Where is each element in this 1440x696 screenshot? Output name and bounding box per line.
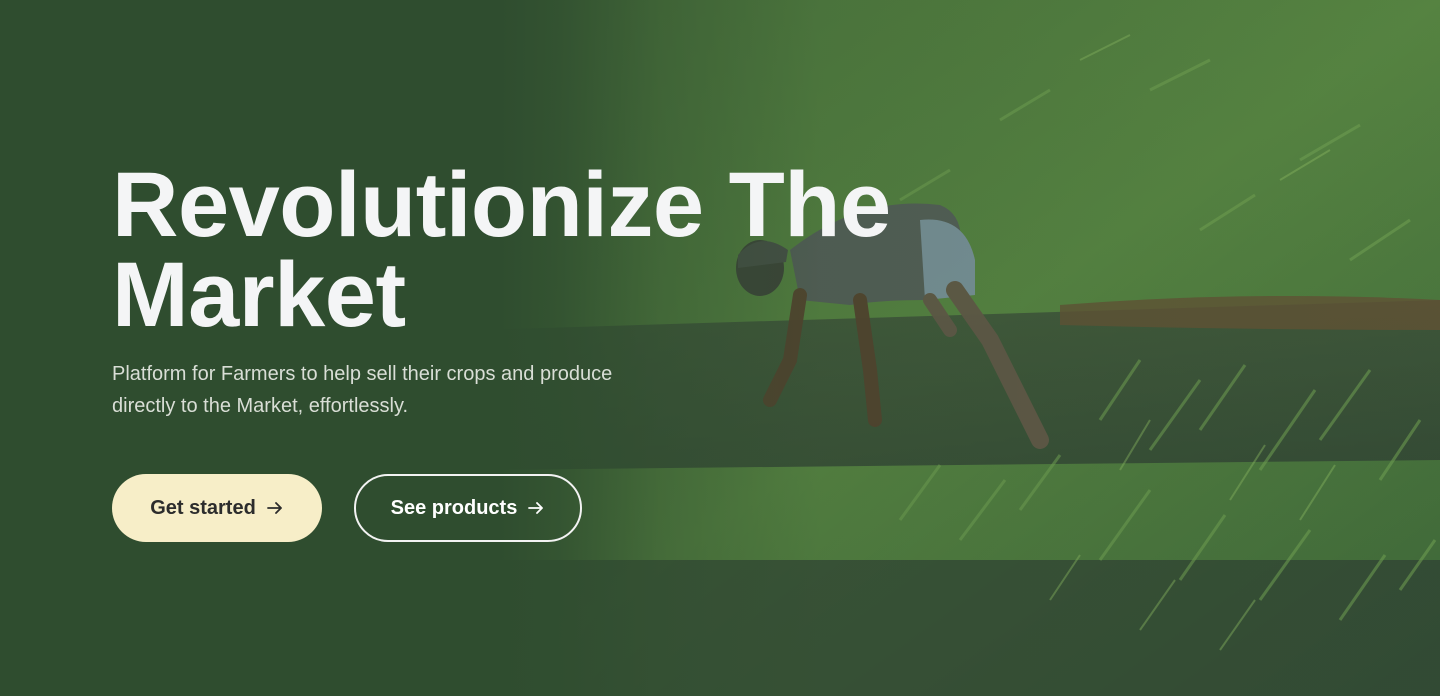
see-products-button[interactable]: See products (354, 474, 582, 542)
get-started-label: Get started (150, 496, 256, 519)
arrow-right-icon (266, 499, 284, 517)
headline-line-2: Market (112, 244, 406, 346)
see-products-label: See products (390, 496, 518, 519)
hero-actions: Get started See products (112, 474, 972, 542)
arrow-right-icon (527, 499, 545, 517)
hero-subtitle: Platform for Farmers to help sell their … (112, 363, 613, 417)
hero-content: Revolutionize The Market Platform for Fa… (112, 154, 972, 542)
headline-line-1: Revolutionize The (112, 154, 891, 256)
get-started-button[interactable]: Get started (112, 474, 322, 542)
hero-section: Revolutionize The Market Platform for Fa… (0, 0, 1440, 696)
hero-headline: Revolutionize The Market (112, 154, 972, 346)
